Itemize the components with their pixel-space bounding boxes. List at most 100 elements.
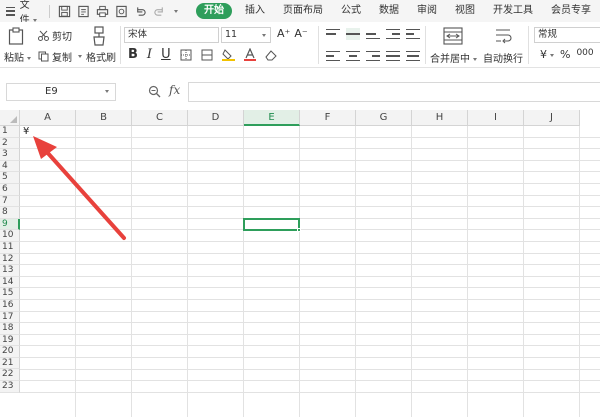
select-all-corner[interactable] [0,110,20,126]
row-header-10[interactable]: 10 [0,230,20,242]
underline-button[interactable]: U [161,47,171,62]
column-header-h[interactable]: H [412,110,468,126]
tab-review[interactable]: 审阅 [408,0,446,22]
redo-icon[interactable] [152,4,166,18]
row-header-13[interactable]: 13 [0,265,20,277]
row-header-7[interactable]: 7 [0,195,20,208]
row-header-14[interactable]: 14 [0,276,20,289]
undo-icon[interactable] [133,4,147,18]
tab-data[interactable]: 数据 [370,0,408,22]
decrease-font-size-icon[interactable]: A⁻ [294,27,307,40]
active-cell-selection[interactable] [243,217,300,232]
font-name-select[interactable]: 宋体 [124,27,219,43]
row-header-20[interactable]: 20 [0,346,20,358]
copy-icon [38,51,49,62]
justify-icon[interactable] [386,50,400,62]
row-header-11[interactable]: 11 [0,241,20,254]
row-header-9[interactable]: 9 [0,218,20,231]
increase-font-size-icon[interactable]: A⁺ [277,27,290,40]
cell-area[interactable]: ¥ [20,126,600,417]
column-header-c[interactable]: C [132,110,188,126]
spreadsheet-grid: ABCDEFGHIJ 1 2 3 4 5 6 7 8 9 10 11 12 13 14 15 16 17 18 19… [0,110,600,417]
column-header-d[interactable]: D [188,110,244,126]
row-header-1[interactable]: 1 [0,126,20,138]
paste-icon[interactable] [8,27,24,45]
percent-format-button[interactable]: % [560,48,570,61]
column-header-b[interactable]: B [76,110,132,126]
save-icon[interactable] [57,4,71,18]
align-center-icon[interactable] [346,50,360,62]
thousands-separator-button[interactable]: 000 [576,48,593,61]
tab-page-layout[interactable]: 页面布局 [274,0,332,22]
font-size-select[interactable]: 11 [221,27,271,43]
tab-developer[interactable]: 开发工具 [484,0,542,22]
wrap-text-button[interactable]: 自动换行 [483,50,523,65]
tab-formulas[interactable]: 公式 [332,0,370,22]
row-header-6[interactable]: 6 [0,183,20,196]
clear-eraser-icon[interactable] [264,49,277,61]
fill-color-icon[interactable] [221,48,235,61]
cut-button[interactable]: 剪切 [38,28,72,43]
column-header-j[interactable]: J [524,110,580,126]
row-header-16[interactable]: 16 [0,299,20,312]
name-box[interactable]: E9 [6,83,116,101]
row-header-8[interactable]: 8 [0,207,20,219]
format-painter-icon[interactable] [92,26,106,46]
print-preview-icon[interactable] [114,4,128,18]
row-header-2[interactable]: 2 [0,137,20,150]
row-header-15[interactable]: 15 [0,288,20,300]
merge-center-icon[interactable] [443,27,463,45]
tab-home[interactable]: 开始 [196,3,232,19]
row-header-21[interactable]: 21 [0,357,20,370]
tab-member[interactable]: 会员专享 [542,0,600,22]
row-header-19[interactable]: 19 [0,334,20,347]
export-pdf-icon[interactable] [76,4,90,18]
grid-row-line [20,310,600,312]
font-color-icon[interactable] [243,48,256,61]
function-icon[interactable]: fx [169,83,180,97]
hamburger-menu-icon[interactable] [6,6,15,16]
merge-center-button[interactable]: 合并居中 [430,50,477,65]
row-header-5[interactable]: 5 [0,172,20,184]
row-header-23[interactable]: 23 [0,381,20,393]
currency-format-button[interactable]: ¥ [540,48,554,61]
chevron-down-icon[interactable] [174,9,178,13]
fill-handle[interactable] [297,228,301,233]
zoom-search-icon[interactable] [148,85,161,98]
border-icon[interactable] [180,49,192,61]
format-painter-label[interactable]: 格式刷 [86,49,116,64]
align-bottom-icon[interactable] [366,28,380,40]
distributed-align-icon[interactable] [406,50,420,62]
increase-indent-icon[interactable] [406,28,420,40]
grid-row-line [20,148,600,150]
column-header-f[interactable]: F [300,110,356,126]
row-header-3[interactable]: 3 [0,149,20,161]
row-header-22[interactable]: 22 [0,369,20,382]
row-header-18[interactable]: 18 [0,323,20,335]
copy-button[interactable]: 复制 [38,49,82,64]
grid-row-line [20,275,600,277]
row-header-17[interactable]: 17 [0,311,20,324]
number-format-select[interactable]: 常规 [534,27,600,43]
italic-button[interactable]: I [147,47,152,62]
print-icon[interactable] [95,4,109,18]
align-right-icon[interactable] [366,50,380,62]
bold-button[interactable]: B [128,47,138,62]
chevron-down-icon [78,55,82,58]
align-middle-icon[interactable] [346,28,360,40]
formula-input[interactable] [188,82,600,102]
row-header-4[interactable]: 4 [0,160,20,173]
column-header-e[interactable]: E [244,110,300,126]
column-header-a[interactable]: A [20,110,76,126]
tab-view[interactable]: 视图 [446,0,484,22]
column-header-i[interactable]: I [468,110,524,126]
merge-cells-icon[interactable] [201,49,213,61]
tab-insert[interactable]: 插入 [236,0,274,22]
align-left-icon[interactable] [326,50,340,62]
align-top-icon[interactable] [326,28,340,40]
wrap-text-icon[interactable] [493,27,513,45]
row-header-12[interactable]: 12 [0,253,20,266]
decrease-indent-icon[interactable] [386,28,400,40]
paste-button[interactable]: 粘贴 [4,49,31,64]
column-header-g[interactable]: G [356,110,412,126]
